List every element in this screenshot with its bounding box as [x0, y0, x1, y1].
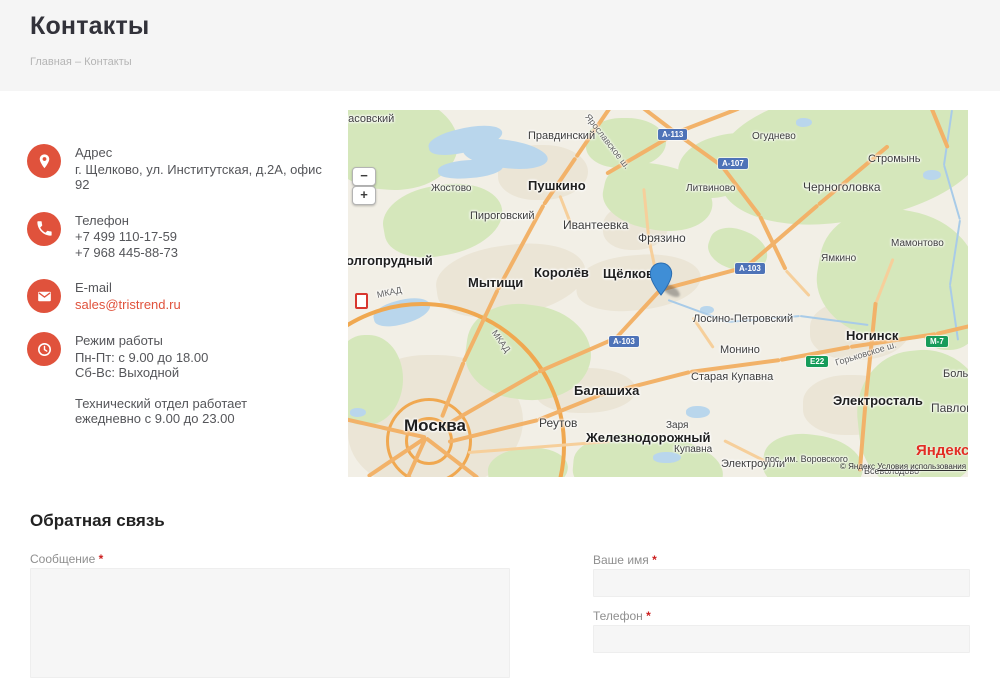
breadcrumb-current: Контакты: [84, 56, 132, 68]
contact-item-title: Телефон: [75, 213, 178, 229]
map-label: Ямкино: [821, 253, 856, 264]
required-asterisk: *: [99, 552, 104, 566]
map-label: Огуднево: [752, 131, 796, 142]
zoom-in-button[interactable]: +: [352, 186, 376, 205]
road-badge: А-113: [658, 129, 687, 140]
map-road-minor: [785, 269, 811, 297]
map-label: Балашиха: [574, 383, 639, 398]
contact-info-list: Адресг. Щелково, ул. Институтская, д.2А,…: [27, 144, 332, 446]
contact-item-line: г. Щелково, ул. Институтская, д.2А, офис…: [75, 162, 332, 193]
map-label: расовский: [348, 113, 394, 125]
map-label: Купавна: [674, 444, 712, 455]
map-label: Ивантеевка: [563, 218, 628, 232]
email-link[interactable]: sales@tristrend.ru: [75, 297, 181, 312]
map-label: Монино: [720, 344, 760, 356]
map-label: олгопрудный: [348, 253, 433, 268]
contact-item: Телефон+7 499 110-17-59+7 968 445-88-73: [27, 212, 332, 261]
map-label: Старая Купавна: [691, 371, 773, 383]
map-attribution: © Яндекс Условия использования: [840, 462, 966, 471]
map-label: Москва: [404, 416, 466, 436]
map-label: Правдинский: [528, 130, 595, 142]
map-label: Литвиново: [686, 183, 735, 194]
contact-item-line: Пн-Пт: с 9.00 до 18.00: [75, 350, 247, 366]
water-patch: [796, 118, 812, 127]
road-badge: А-107: [718, 158, 748, 169]
contact-item-line: Технический отдел работает: [75, 396, 247, 412]
contact-item-line: Сб-Вс: Выходной: [75, 365, 247, 381]
road-badge: М-7: [926, 336, 948, 347]
contact-item-title: Режим работы: [75, 333, 247, 349]
name-label-text: Ваше имя: [593, 553, 649, 567]
road-badge: А-103: [609, 336, 639, 347]
map-copyright: © Яндекс: [840, 462, 875, 471]
map-label: Ногинск: [846, 328, 898, 343]
contact-item-line: +7 499 110-17-59: [75, 229, 178, 245]
phone-label: Телефон *: [593, 609, 651, 623]
map-label: МКАД: [376, 285, 403, 300]
map-label: пос. им. Воровского: [765, 454, 848, 464]
contact-item-line: ежедневно с 9.00 до 23.00: [75, 411, 247, 427]
map-label: Черноголовка: [803, 180, 881, 194]
phone-label-text: Телефон: [593, 609, 643, 623]
name-label: Ваше имя *: [593, 553, 657, 567]
map-label: Фрязино: [638, 231, 686, 245]
contact-item: Адресг. Щелково, ул. Институтская, д.2А,…: [27, 144, 332, 193]
contact-item-title: Адрес: [75, 145, 332, 161]
railway-station-icon: [355, 293, 368, 309]
yandex-map[interactable]: расовский Правдинский Огуднево Стромынь Черн…: [348, 110, 968, 477]
feedback-heading: Обратная связь: [30, 511, 165, 531]
required-asterisk: *: [646, 609, 651, 623]
road-badge: Е22: [806, 356, 828, 367]
contact-item-text: Телефон+7 499 110-17-59+7 968 445-88-73: [75, 212, 178, 261]
contact-item: E-mailsales@tristrend.ru: [27, 279, 332, 313]
map-label: Железнодорожный: [586, 430, 710, 445]
map-label: Жостово: [431, 183, 471, 194]
breadcrumb-home-link[interactable]: Главная: [30, 56, 72, 68]
map-label: Пушкино: [528, 178, 586, 193]
contact-item-title: E-mail: [75, 280, 181, 296]
message-label-text: Сообщение: [30, 552, 95, 566]
breadcrumb-separator: –: [75, 56, 81, 68]
page-header: Контакты Главная – Контакты: [0, 0, 1000, 91]
message-label: Сообщение *: [30, 552, 103, 566]
contact-item-text: E-mailsales@tristrend.ru: [75, 279, 181, 313]
map-label: Мытищи: [468, 275, 523, 290]
map-label: Пироговский: [470, 210, 535, 222]
map-label: Лосино-Петровский: [693, 313, 793, 325]
contact-item-text: Адресг. Щелково, ул. Институтская, д.2А,…: [75, 144, 332, 193]
map-label: Электросталь: [833, 393, 923, 408]
zoom-out-button[interactable]: −: [352, 167, 376, 186]
envelope-icon: [27, 279, 61, 313]
map-label: Больш: [943, 368, 968, 380]
name-input[interactable]: [593, 569, 970, 597]
location-pin-icon: [27, 144, 61, 178]
required-asterisk: *: [652, 553, 657, 567]
clock-icon: [27, 332, 61, 366]
map-label: Реутов: [539, 416, 577, 430]
phone-icon: [27, 212, 61, 246]
contact-item: Режим работыПн-Пт: с 9.00 до 18.00Сб-Вс:…: [27, 332, 332, 427]
water-patch: [686, 406, 710, 418]
phone-input[interactable]: [593, 625, 970, 653]
breadcrumb: Главная – Контакты: [30, 56, 132, 68]
map-label: Павлов: [931, 401, 968, 415]
page-title: Контакты: [30, 12, 149, 41]
map-label: Мамонтово: [891, 238, 944, 249]
message-input[interactable]: [30, 568, 510, 678]
road-badge: А-103: [735, 263, 765, 274]
yandex-logo[interactable]: Яндекс: [916, 442, 968, 459]
map-label: Стромынь: [868, 153, 921, 165]
terms-of-use-link[interactable]: Условия использования: [877, 462, 966, 471]
map-pin-icon: [649, 262, 673, 296]
contact-item-line: +7 968 445-88-73: [75, 245, 178, 261]
contact-item-text: Режим работыПн-Пт: с 9.00 до 18.00Сб-Вс:…: [75, 332, 247, 427]
map-label: Королёв: [534, 265, 589, 280]
